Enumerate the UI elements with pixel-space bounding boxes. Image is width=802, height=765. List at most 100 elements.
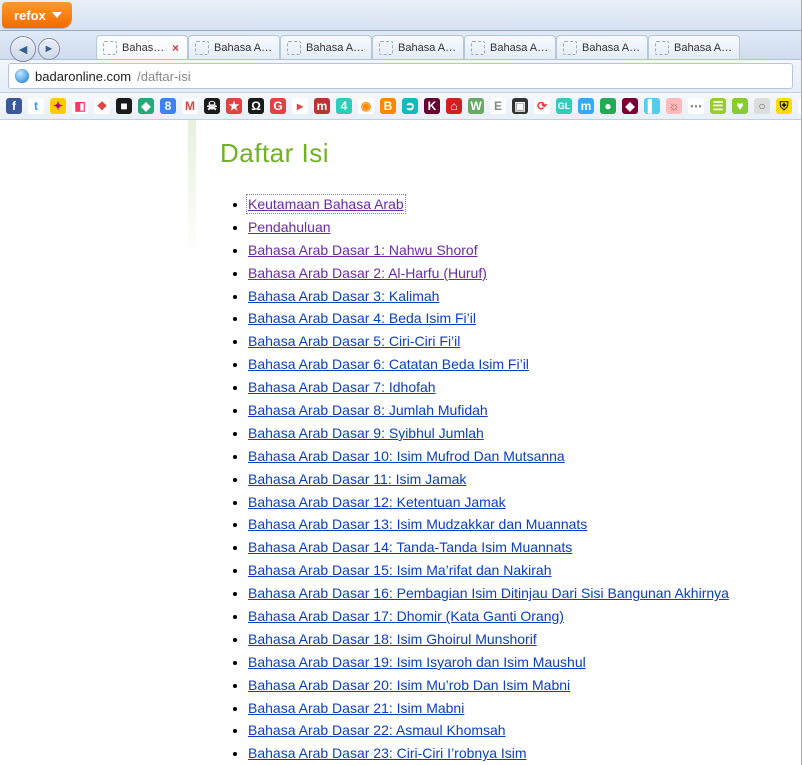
bookmark-icon[interactable]: E: [490, 98, 506, 114]
toc-link[interactable]: Bahasa Arab Dasar 7: Idhofah: [248, 379, 436, 395]
toc-link[interactable]: Bahasa Arab Dasar 19: Isim Isyaroh dan I…: [248, 654, 586, 670]
toc-link[interactable]: Bahasa Arab Dasar 5: Ciri-Ciri Fi’il: [248, 333, 460, 349]
tab-title: Bahasa A...: [122, 42, 165, 54]
bookmark-icon[interactable]: ❖: [94, 98, 110, 114]
page-content: Daftar Isi Keutamaan Bahasa ArabPendahul…: [0, 120, 801, 765]
bookmark-icon[interactable]: m: [578, 98, 594, 114]
bookmark-icon[interactable]: M: [182, 98, 198, 114]
toc-link[interactable]: Bahasa Arab Dasar 10: Isim Mufrod Dan Mu…: [248, 448, 565, 464]
bookmark-icon[interactable]: W: [468, 98, 484, 114]
toc-item: Pendahuluan: [248, 218, 781, 237]
toc-item: Bahasa Arab Dasar 22: Asmaul Khomsah: [248, 721, 781, 740]
bookmark-icon[interactable]: ▌: [644, 98, 660, 114]
browser-tab[interactable]: Bahasa Ara...: [188, 35, 280, 59]
toc-link[interactable]: Bahasa Arab Dasar 23: Ciri-Ciri I’robnya…: [248, 745, 527, 761]
toc-link[interactable]: Keutamaan Bahasa Arab: [248, 196, 404, 212]
toc-item: Bahasa Arab Dasar 20: Isim Mu’rob Dan Is…: [248, 676, 781, 695]
browser-tab[interactable]: Bahasa Ara...: [648, 35, 740, 59]
bookmark-icon[interactable]: ○: [754, 98, 770, 114]
bookmark-icon[interactable]: ♥: [732, 98, 748, 114]
bookmark-icon[interactable]: ◆: [622, 98, 638, 114]
address-bar[interactable]: badaronline.com/daftar-isi: [8, 63, 793, 89]
toc-link[interactable]: Bahasa Arab Dasar 3: Kalimah: [248, 288, 439, 304]
toc-link[interactable]: Bahasa Arab Dasar 17: Dhomir (Kata Ganti…: [248, 608, 564, 624]
bookmark-icon[interactable]: 8: [160, 98, 176, 114]
browser-tab[interactable]: Bahasa Ara...: [372, 35, 464, 59]
toc-link[interactable]: Pendahuluan: [248, 219, 331, 235]
forward-button[interactable]: ►: [38, 38, 60, 60]
bookmark-icon[interactable]: m: [314, 98, 330, 114]
bookmark-icon[interactable]: ⌂: [446, 98, 462, 114]
toc-link[interactable]: Bahasa Arab Dasar 4: Beda Isim Fi’il: [248, 310, 476, 326]
page-icon: [379, 41, 393, 55]
browser-tab[interactable]: Bahasa A... ×: [96, 35, 188, 59]
bookmark-icon[interactable]: 4: [336, 98, 352, 114]
bookmark-icon[interactable]: ▸: [292, 98, 308, 114]
toc-item: Bahasa Arab Dasar 13: Isim Mudzakkar dan…: [248, 515, 781, 534]
bookmark-icon[interactable]: K: [424, 98, 440, 114]
toc-link[interactable]: Bahasa Arab Dasar 6: Catatan Beda Isim F…: [248, 356, 529, 372]
tab-title: Bahasa Ara...: [306, 42, 365, 54]
toc-link[interactable]: Bahasa Arab Dasar 20: Isim Mu’rob Dan Is…: [248, 677, 570, 693]
toc-link[interactable]: Bahasa Arab Dasar 18: Isim Ghoirul Munsh…: [248, 631, 537, 647]
toc-item: Bahasa Arab Dasar 15: Isim Ma’rifat dan …: [248, 561, 781, 580]
bookmark-icon[interactable]: ▣: [512, 98, 528, 114]
titlebar-strip: refox: [0, 0, 801, 31]
bookmark-icon[interactable]: ◆: [138, 98, 154, 114]
toc-link[interactable]: Bahasa Arab Dasar 2: Al-Harfu (Huruf): [248, 265, 487, 281]
bookmark-icon[interactable]: ☼: [666, 98, 682, 114]
page-icon: [287, 41, 301, 55]
bookmark-icon[interactable]: GL: [556, 98, 572, 114]
bookmark-icon[interactable]: Ω: [248, 98, 264, 114]
toc-link[interactable]: Bahasa Arab Dasar 21: Isim Mabni: [248, 700, 464, 716]
url-path: /daftar-isi: [137, 69, 190, 84]
bookmark-icon[interactable]: ☰: [710, 98, 726, 114]
browser-tab[interactable]: Bahasa Ara...: [464, 35, 556, 59]
toc-item: Bahasa Arab Dasar 12: Ketentuan Jamak: [248, 493, 781, 512]
bookmark-icon[interactable]: ➲: [402, 98, 418, 114]
bookmarks-toolbar: ft✦◧❖■◆8M☠★ΩG▸m4◉B➲K⌂WE▣⟳GLm●◆▌☼⋯☰♥○⛨S☐: [0, 93, 801, 120]
page-icon: [563, 41, 577, 55]
toc-link[interactable]: Bahasa Arab Dasar 15: Isim Ma’rifat dan …: [248, 562, 551, 578]
toc-item: Bahasa Arab Dasar 19: Isim Isyaroh dan I…: [248, 653, 781, 672]
toc-link[interactable]: Bahasa Arab Dasar 8: Jumlah Mufidah: [248, 402, 488, 418]
bookmark-icon[interactable]: f: [6, 98, 22, 114]
toc-item: Bahasa Arab Dasar 8: Jumlah Mufidah: [248, 401, 781, 420]
bookmark-icon[interactable]: ⋯: [688, 98, 704, 114]
browser-tab[interactable]: Bahasa Ara...: [556, 35, 648, 59]
firefox-menu-button[interactable]: refox: [2, 2, 72, 28]
close-icon[interactable]: ×: [170, 41, 181, 55]
toc-link[interactable]: Bahasa Arab Dasar 9: Syibhul Jumlah: [248, 425, 484, 441]
bookmark-icon[interactable]: ✦: [50, 98, 66, 114]
back-button[interactable]: ◄: [10, 36, 36, 62]
bookmark-icon[interactable]: ☠: [204, 98, 220, 114]
bookmark-icon[interactable]: B: [380, 98, 396, 114]
bookmark-icon[interactable]: ⛨: [776, 98, 792, 114]
bookmark-icon[interactable]: t: [28, 98, 44, 114]
bookmark-icon[interactable]: ■: [116, 98, 132, 114]
tab-title: Bahasa Ara...: [398, 42, 457, 54]
toc-item: Bahasa Arab Dasar 3: Kalimah: [248, 287, 781, 306]
bookmark-icon[interactable]: ◧: [72, 98, 88, 114]
toc-item: Bahasa Arab Dasar 18: Isim Ghoirul Munsh…: [248, 630, 781, 649]
tab-title: Bahasa Ara...: [674, 42, 733, 54]
bookmark-icon[interactable]: ●: [600, 98, 616, 114]
bookmark-icon[interactable]: ◉: [358, 98, 374, 114]
bookmark-icon[interactable]: ★: [226, 98, 242, 114]
toc-item: Bahasa Arab Dasar 2: Al-Harfu (Huruf): [248, 264, 781, 283]
toc-link[interactable]: Bahasa Arab Dasar 12: Ketentuan Jamak: [248, 494, 506, 510]
toc-link[interactable]: Bahasa Arab Dasar 16: Pembagian Isim Dit…: [248, 585, 729, 601]
toc-item: Bahasa Arab Dasar 5: Ciri-Ciri Fi’il: [248, 332, 781, 351]
toc-link[interactable]: Bahasa Arab Dasar 13: Isim Mudzakkar dan…: [248, 516, 587, 532]
bookmark-icon[interactable]: ⟳: [534, 98, 550, 114]
page-icon: [195, 41, 209, 55]
toc-link[interactable]: Bahasa Arab Dasar 14: Tanda-Tanda Isim M…: [248, 539, 572, 555]
toc-link[interactable]: Bahasa Arab Dasar 11: Isim Jamak: [248, 471, 466, 487]
page-icon: [103, 41, 117, 55]
bookmark-icon[interactable]: G: [270, 98, 286, 114]
toc-link[interactable]: Bahasa Arab Dasar 1: Nahwu Shorof: [248, 242, 478, 258]
toc-link[interactable]: Bahasa Arab Dasar 22: Asmaul Khomsah: [248, 722, 506, 738]
firefox-menu-label: refox: [14, 8, 46, 23]
browser-tab[interactable]: Bahasa Ara...: [280, 35, 372, 59]
bookmark-icon[interactable]: S: [798, 98, 801, 114]
